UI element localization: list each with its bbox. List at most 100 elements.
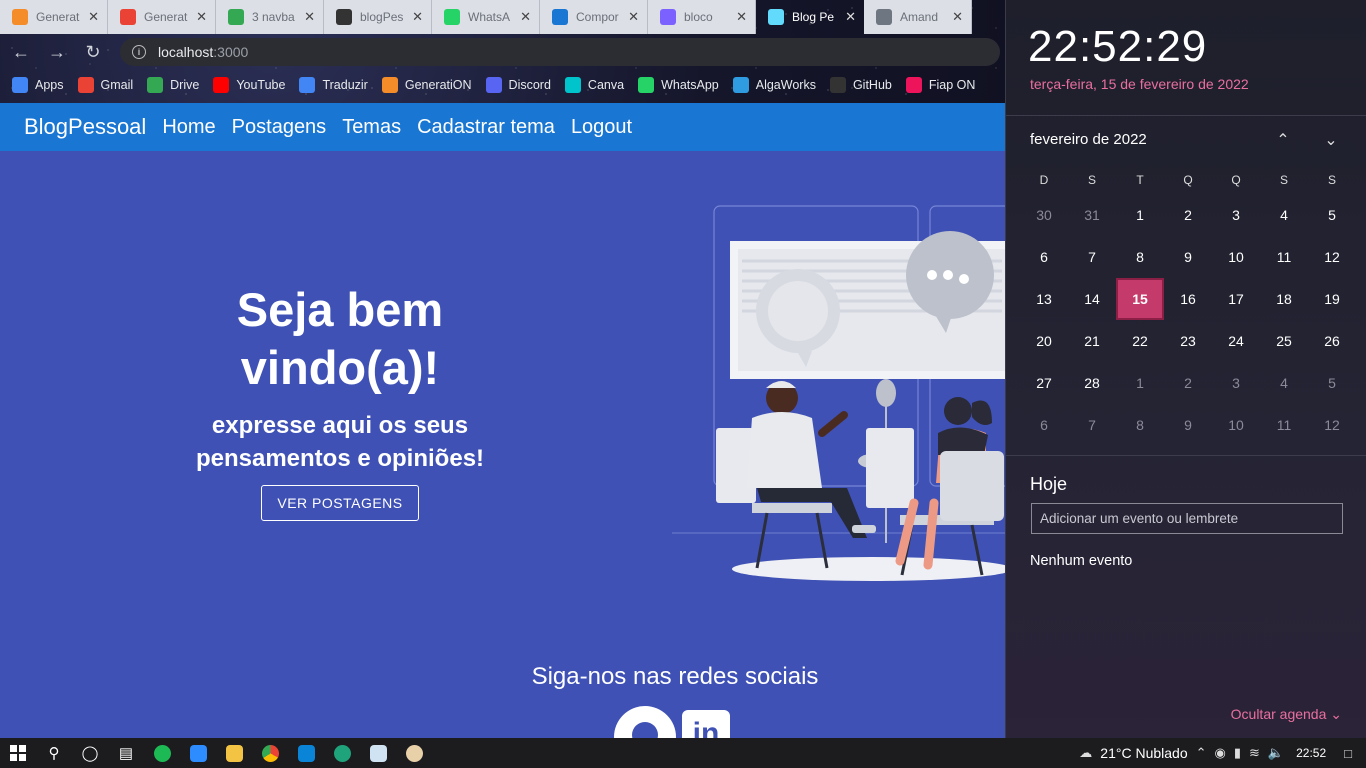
close-icon[interactable]: ✕ <box>952 9 963 25</box>
meet-icon[interactable]: ◉ <box>1215 745 1226 761</box>
month-label[interactable]: fevereiro de 2022 <box>1030 131 1147 148</box>
event-input[interactable] <box>1031 503 1343 534</box>
browser-tab[interactable]: Generat ✕ <box>0 0 108 34</box>
site-info-icon[interactable]: i <box>132 45 146 59</box>
calendar-day[interactable]: 10 <box>1212 404 1260 446</box>
calendar-day[interactable]: 25 <box>1260 320 1308 362</box>
calendar-day[interactable]: 5 <box>1308 194 1356 236</box>
bookmark-item[interactable]: YouTube <box>213 77 285 93</box>
calendar-day[interactable]: 24 <box>1212 320 1260 362</box>
bookmark-item[interactable]: Canva <box>564 77 624 93</box>
calendar-day[interactable]: 2 <box>1164 194 1212 236</box>
calendar-day[interactable]: 11 <box>1260 404 1308 446</box>
calendar-day[interactable]: 1 <box>1116 194 1164 236</box>
chevron-up-icon[interactable]: ⌃ <box>1269 127 1297 153</box>
calendar-day[interactable]: 13 <box>1020 278 1068 320</box>
taskbar-clock[interactable]: 22:52 <box>1296 746 1326 760</box>
nav-cadastrar-tema[interactable]: Cadastrar tema <box>417 116 555 139</box>
calendar-day[interactable]: 31 <box>1068 194 1116 236</box>
calendar-day[interactable]: 11 <box>1260 236 1308 278</box>
notification-icon[interactable]: □ <box>1344 746 1352 761</box>
close-icon[interactable]: ✕ <box>520 9 531 25</box>
calendar-day[interactable]: 7 <box>1068 236 1116 278</box>
long-date-link[interactable]: terça-feira, 15 de fevereiro de 2022 <box>1030 76 1249 92</box>
bookmark-item[interactable]: AlgaWorks <box>732 77 816 93</box>
chrome-icon[interactable] <box>252 738 288 768</box>
calendar-day[interactable]: 3 <box>1212 362 1260 404</box>
paint-icon[interactable] <box>396 738 432 768</box>
calendar-day[interactable]: 9 <box>1164 404 1212 446</box>
calendar-day[interactable]: 8 <box>1116 236 1164 278</box>
calendar-day[interactable]: 7 <box>1068 404 1116 446</box>
hide-agenda-link[interactable]: Ocultar agenda ⌄ <box>1231 706 1342 723</box>
nav-postagens[interactable]: Postagens <box>232 116 327 139</box>
calendar-day[interactable]: 27 <box>1020 362 1068 404</box>
bookmark-item[interactable]: GeneratiON <box>381 77 472 93</box>
address-bar[interactable]: i localhost:3000 <box>120 38 1000 66</box>
calendar-day[interactable]: 10 <box>1212 236 1260 278</box>
zoom-icon[interactable] <box>180 738 216 768</box>
close-icon[interactable]: ✕ <box>736 9 747 25</box>
notepad-icon[interactable] <box>360 738 396 768</box>
calendar-day[interactable]: 23 <box>1164 320 1212 362</box>
ver-postagens-button[interactable]: VER POSTAGENS <box>261 485 419 521</box>
browser-tab[interactable]: blogPes ✕ <box>324 0 432 34</box>
bookmark-item[interactable]: Discord <box>485 77 551 93</box>
bookmark-item[interactable]: Drive <box>147 77 199 93</box>
calendar-day[interactable]: 8 <box>1116 404 1164 446</box>
calendar-day[interactable]: 18 <box>1260 278 1308 320</box>
task-view-icon[interactable]: ▤ <box>108 738 144 768</box>
battery-icon[interactable]: ▮ <box>1234 745 1241 761</box>
close-icon[interactable]: ✕ <box>412 9 423 25</box>
calendar-day-today[interactable]: 15 <box>1116 278 1164 320</box>
calendar-day[interactable]: 19 <box>1308 278 1356 320</box>
calendar-day[interactable]: 3 <box>1212 194 1260 236</box>
calendar-day[interactable]: 20 <box>1020 320 1068 362</box>
forward-icon[interactable]: → <box>44 39 70 65</box>
calendar-day[interactable]: 2 <box>1164 362 1212 404</box>
calendar-day[interactable]: 6 <box>1020 404 1068 446</box>
brand-logo[interactable]: BlogPessoal <box>24 114 146 140</box>
close-icon[interactable]: ✕ <box>196 9 207 25</box>
file-explorer-icon[interactable] <box>216 738 252 768</box>
bookmark-item[interactable]: Gmail <box>77 77 133 93</box>
nav-temas[interactable]: Temas <box>342 116 401 139</box>
calendar-day[interactable]: 30 <box>1020 194 1068 236</box>
bookmark-item[interactable]: Fiap ON <box>905 77 975 93</box>
nav-home[interactable]: Home <box>162 116 215 139</box>
search-icon[interactable]: ⚲ <box>36 738 72 768</box>
calendar-day[interactable]: 21 <box>1068 320 1116 362</box>
browser-tab[interactable]: 3 navba ✕ <box>216 0 324 34</box>
browser-tab[interactable]: Generat ✕ <box>108 0 216 34</box>
calendar-day[interactable]: 5 <box>1308 362 1356 404</box>
browser-tab[interactable]: Compor ✕ <box>540 0 648 34</box>
calendar-day[interactable]: 17 <box>1212 278 1260 320</box>
bookmark-item[interactable]: GitHub <box>829 77 892 93</box>
close-icon[interactable]: ✕ <box>88 9 99 25</box>
cortana-icon[interactable]: ◯ <box>72 738 108 768</box>
close-icon[interactable]: ✕ <box>845 9 856 25</box>
nav-logout[interactable]: Logout <box>571 116 632 139</box>
reload-icon[interactable]: ↻ <box>80 39 106 65</box>
bookmark-item[interactable]: WhatsApp <box>638 77 719 93</box>
calendar-day[interactable]: 4 <box>1260 194 1308 236</box>
chevron-down-icon[interactable]: ⌄ <box>1317 127 1345 153</box>
close-icon[interactable]: ✕ <box>304 9 315 25</box>
calendar-day[interactable]: 1 <box>1116 362 1164 404</box>
volume-icon[interactable]: 🔈 <box>1268 745 1284 761</box>
vscode-icon[interactable] <box>288 738 324 768</box>
browser-tab[interactable]: Amand ✕ <box>864 0 972 34</box>
calendar-day[interactable]: 22 <box>1116 320 1164 362</box>
browser-tab[interactable]: bloco ✕ <box>648 0 756 34</box>
calendar-day[interactable]: 26 <box>1308 320 1356 362</box>
bookmark-item[interactable]: Traduzir <box>299 77 368 93</box>
calendar-day[interactable]: 14 <box>1068 278 1116 320</box>
calendar-day[interactable]: 4 <box>1260 362 1308 404</box>
calendar-day[interactable]: 16 <box>1164 278 1212 320</box>
spotify-icon[interactable] <box>144 738 180 768</box>
windows-start-icon[interactable] <box>0 738 36 768</box>
back-icon[interactable]: ← <box>8 39 34 65</box>
weather-text[interactable]: 21°C Nublado <box>1100 745 1187 761</box>
calendar-day[interactable]: 6 <box>1020 236 1068 278</box>
wifi-icon[interactable]: ≋ <box>1249 745 1260 761</box>
